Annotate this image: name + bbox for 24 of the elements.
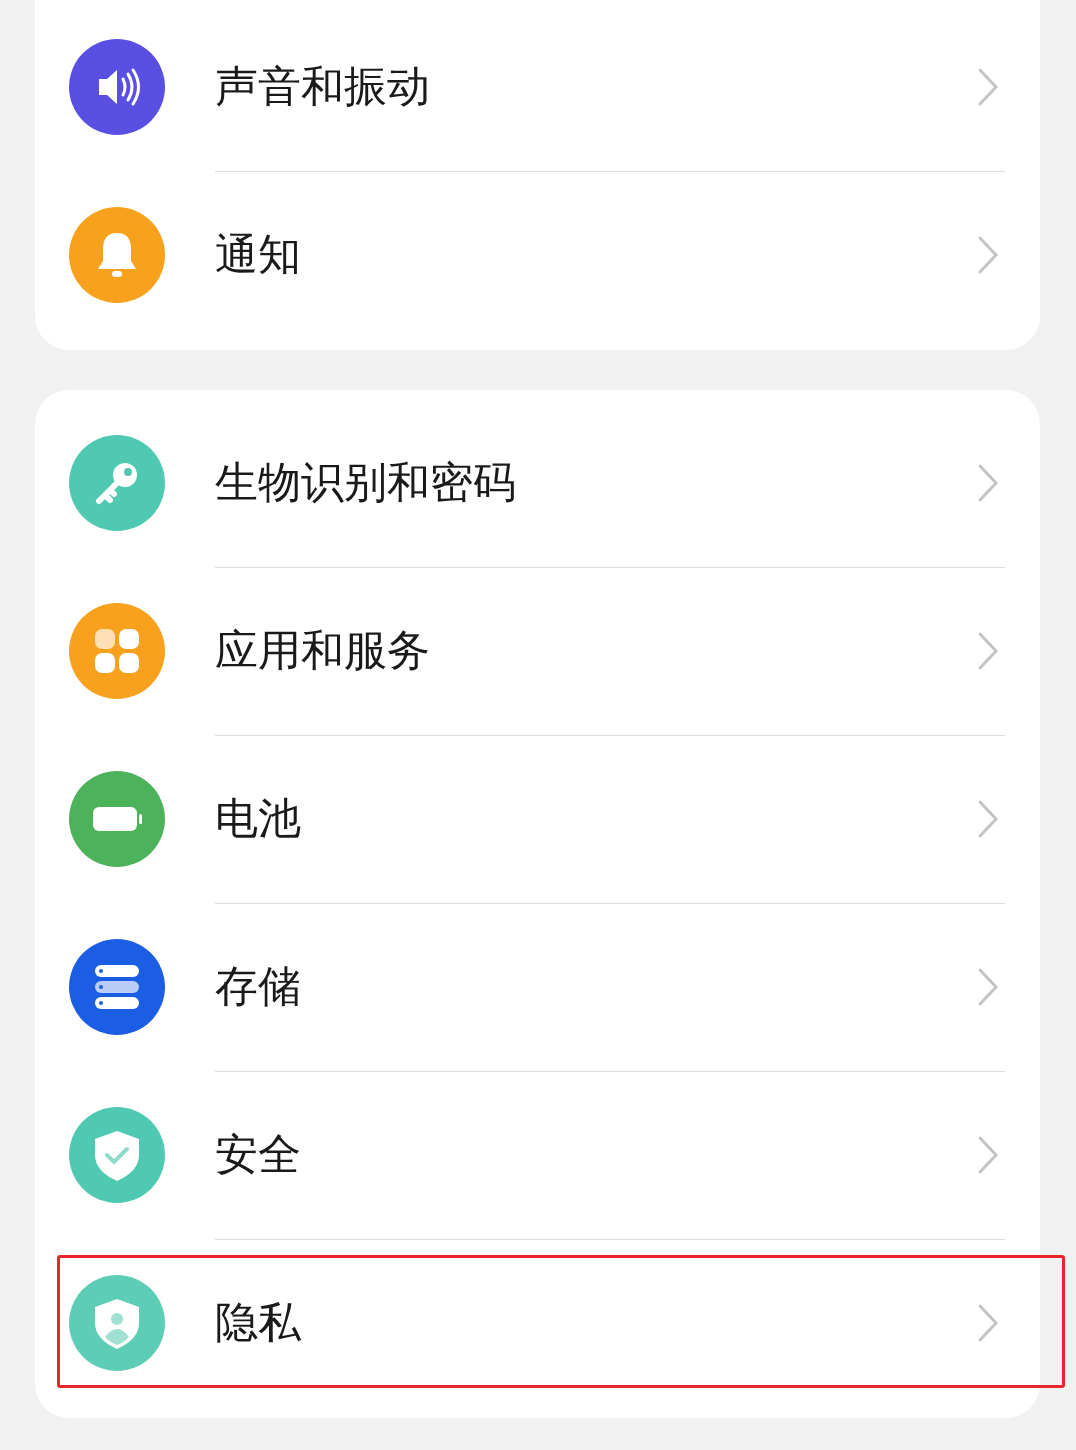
setting-label[interactable]: 通知: [215, 226, 977, 284]
setting-label[interactable]: 隐私: [215, 1294, 977, 1352]
speaker-icon: [69, 39, 165, 135]
chevron-right-icon: [977, 966, 999, 1007]
setting-label[interactable]: 应用和服务: [215, 621, 977, 680]
bell-icon: [69, 207, 165, 303]
chevron-right-icon: [977, 462, 999, 503]
shield-check-icon: [69, 1107, 165, 1203]
setting-label[interactable]: 声音和振动: [215, 57, 977, 116]
battery-icon: [69, 771, 165, 867]
setting-label[interactable]: 存储: [215, 957, 977, 1016]
setting-label[interactable]: 电池: [215, 789, 977, 848]
chevron-right-icon: [977, 798, 999, 839]
setting-label[interactable]: 生物识别和密码: [215, 453, 977, 512]
chevron-right-icon: [977, 1303, 999, 1343]
shield-person-icon: [69, 1275, 165, 1371]
chevron-right-icon: [977, 630, 999, 671]
chevron-right-icon: [977, 1134, 999, 1175]
chevron-right-icon: [977, 66, 999, 107]
grid-icon: [69, 603, 165, 699]
chevron-right-icon: [977, 235, 999, 275]
key-icon: [69, 435, 165, 531]
setting-label[interactable]: 安全: [215, 1125, 977, 1184]
storage-icon: [69, 939, 165, 1035]
